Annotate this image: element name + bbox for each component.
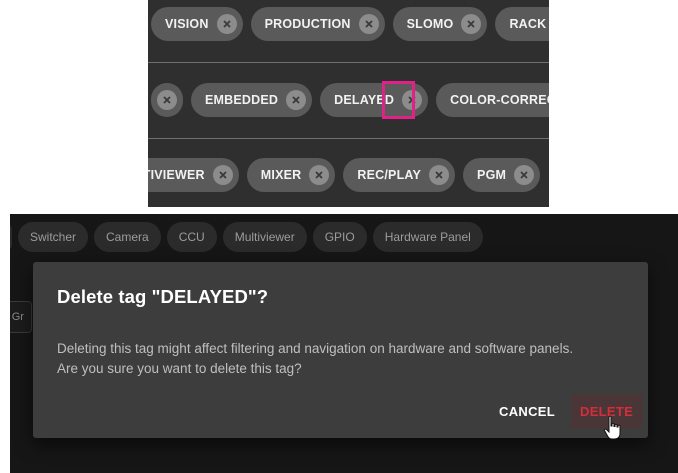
tag-chip-partial[interactable]: [151, 83, 183, 117]
tag-row-1: VISION PRODUCTION SLOMO RACK: [151, 4, 549, 44]
dialog-message: Deleting this tag might affect filtering…: [57, 341, 574, 376]
filter-chip-switcher[interactable]: Switcher: [18, 222, 89, 252]
tag-chip-rack[interactable]: RACK: [495, 7, 549, 41]
hand-pointer-icon: [603, 415, 621, 440]
tag-label: SLOMO: [406, 17, 454, 31]
tag-label: EMBEDDED: [205, 93, 279, 107]
tag-chip-slomo[interactable]: SLOMO: [392, 7, 488, 41]
zoomed-tag-inset: VISION PRODUCTION SLOMO RACK EMBEDDED DE…: [148, 0, 549, 207]
tag-chip-embedded[interactable]: EMBEDDED: [191, 83, 313, 117]
tag-label: COLOR-CORRECTED: [450, 93, 549, 107]
filter-chip-hardware-panel[interactable]: Hardware Panel: [372, 222, 483, 252]
tag-chip-vision[interactable]: VISION: [151, 7, 243, 41]
tag-label: MULTIVIEWER: [148, 168, 205, 182]
filter-chip-row: Switcher Camera CCU Multiviewer GPIO Har…: [10, 222, 489, 252]
close-icon[interactable]: [461, 14, 482, 34]
highlight-box: [382, 81, 415, 119]
tag-label: REC/PLAY: [357, 168, 422, 182]
close-icon[interactable]: [157, 90, 177, 110]
filter-chip-partial[interactable]: [10, 222, 12, 252]
close-icon[interactable]: [429, 165, 450, 185]
row-divider: [148, 62, 549, 63]
tag-label: VISION: [165, 17, 209, 31]
tag-label: RACK: [509, 17, 547, 31]
tag-chip-color-corrected[interactable]: COLOR-CORRECTED: [436, 83, 549, 117]
tag-label: PRODUCTION: [264, 17, 351, 31]
tag-row-2: EMBEDDED DELAYED COLOR-CORRECTED: [151, 80, 549, 120]
tag-chip-production[interactable]: PRODUCTION: [250, 7, 385, 41]
tag-label: PGM: [477, 168, 507, 182]
cancel-button[interactable]: CANCEL: [490, 394, 564, 428]
tag-row-3: MULTIVIEWER MIXER REC/PLAY PGM: [148, 155, 543, 195]
filter-chip-ccu[interactable]: CCU: [166, 222, 217, 252]
close-icon[interactable]: [286, 90, 307, 110]
close-icon[interactable]: [212, 165, 233, 185]
dialog-title: Delete tag "DELAYED"?: [57, 286, 269, 307]
delete-tag-dialog: Delete tag "DELAYED"? Deleting this tag …: [33, 262, 648, 438]
filter-chip-gpio[interactable]: GPIO: [312, 222, 367, 252]
filter-chip-multiviewer[interactable]: Multiviewer: [222, 222, 307, 252]
close-icon[interactable]: [216, 14, 237, 34]
tag-chip-pgm[interactable]: PGM: [463, 158, 541, 192]
tag-chip-rec-play[interactable]: REC/PLAY: [343, 158, 456, 192]
close-icon[interactable]: [358, 14, 379, 34]
tag-chip-multiviewer[interactable]: MULTIVIEWER: [148, 158, 239, 192]
tag-chip-mixer[interactable]: MIXER: [246, 158, 336, 192]
filter-chip-camera[interactable]: Camera: [94, 222, 161, 252]
close-icon[interactable]: [309, 165, 330, 185]
group-field[interactable]: r Gr: [10, 301, 32, 333]
tag-label: MIXER: [260, 168, 302, 182]
close-icon[interactable]: [514, 165, 535, 185]
row-divider: [148, 138, 549, 139]
